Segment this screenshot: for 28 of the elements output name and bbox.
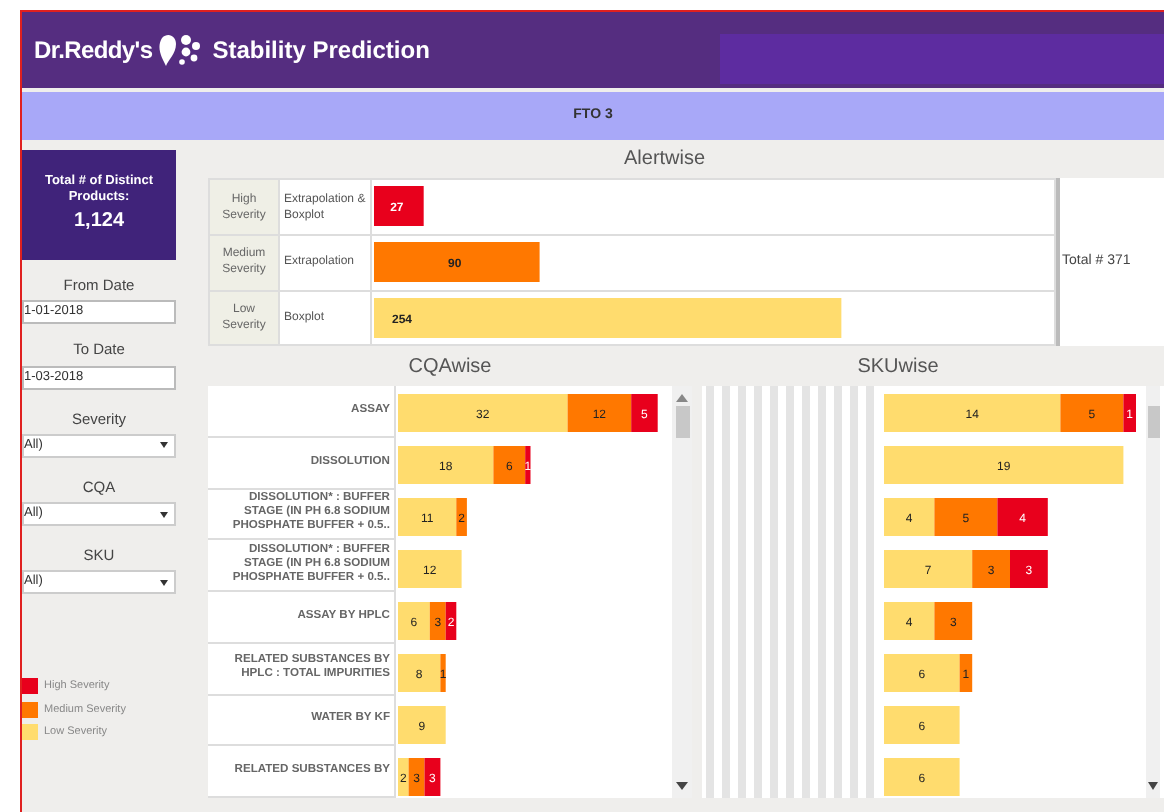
caret-icon xyxy=(160,579,168,586)
scrollbar[interactable] xyxy=(672,386,692,798)
caret-icon xyxy=(160,442,168,449)
scrollbar[interactable] xyxy=(1146,386,1160,798)
bar-segment xyxy=(398,550,462,588)
bar-segment xyxy=(398,706,446,744)
scroll-up-icon[interactable] xyxy=(676,394,688,402)
bar-segment xyxy=(884,602,935,640)
card-value: 1,124 xyxy=(73,208,125,236)
scroll-thumb[interactable] xyxy=(1147,406,1159,438)
dots-logo-icon xyxy=(158,32,203,68)
bar-segment xyxy=(884,758,960,796)
section-title: CQAwise xyxy=(408,353,492,381)
bar-segment xyxy=(997,498,1048,536)
bar xyxy=(374,186,424,226)
bar-segment xyxy=(934,498,998,536)
bar-segment xyxy=(884,706,960,744)
scroll-down-icon[interactable] xyxy=(676,782,688,790)
scroll-down-icon[interactable] xyxy=(1148,782,1158,790)
bar-segment xyxy=(1010,550,1048,588)
caret-icon xyxy=(160,511,168,517)
scroll-thumb[interactable] xyxy=(675,406,689,438)
section-title: Alertwise xyxy=(624,146,706,174)
bar-segment xyxy=(884,498,935,536)
brand-logo-text: Dr.Reddy's xyxy=(34,34,153,68)
bar-segment xyxy=(934,602,973,640)
section-title: SKUwise xyxy=(857,353,939,381)
app-title: Stability Prediction xyxy=(212,34,430,68)
